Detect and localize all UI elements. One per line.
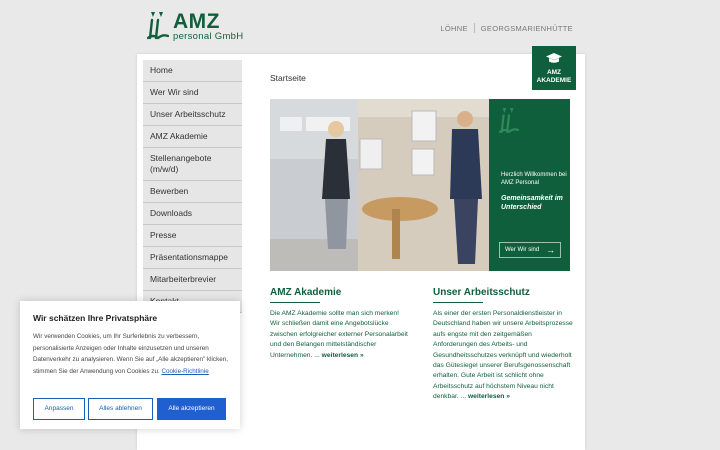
sidebar-item-home[interactable]: Home bbox=[143, 60, 242, 82]
hero-photo bbox=[270, 99, 489, 271]
amz-logo-icon bbox=[147, 12, 169, 40]
section-body: Die AMZ Akademie sollte man sich merken!… bbox=[270, 309, 410, 361]
sidebar-item-bewerben[interactable]: Bewerben bbox=[143, 181, 242, 203]
akademie-badge[interactable]: AMZ AKADEMIE bbox=[532, 46, 576, 90]
section-title[interactable]: Unser Arbeitsschutz bbox=[433, 287, 573, 298]
nav-divider bbox=[473, 23, 475, 33]
cookie-adjust-button[interactable]: Anpassen bbox=[33, 398, 85, 420]
section-akademie: AMZ Akademie Die AMZ Akademie sollte man… bbox=[270, 287, 410, 361]
graduation-cap-icon bbox=[546, 53, 562, 63]
hero-welcome-panel: Herzlich Willkommen bei AMZ Personal Gem… bbox=[489, 99, 570, 271]
sidebar-item-downloads[interactable]: Downloads bbox=[143, 203, 242, 225]
hero-wer-wir-sind-button[interactable]: Wer Wir sind → bbox=[499, 242, 561, 258]
read-more-link[interactable]: weiterlesen » bbox=[468, 393, 510, 400]
sidebar-item-stellenangebote[interactable]: Stellenangebote (m/w/d) bbox=[143, 148, 242, 181]
section-title[interactable]: AMZ Akademie bbox=[270, 287, 410, 298]
sidebar-item-mitarbeiterbrevier[interactable]: Mitarbeiterbrevier bbox=[143, 269, 242, 291]
sidebar-item-akademie[interactable]: AMZ Akademie bbox=[143, 126, 242, 148]
cookie-title: Wir schätzen Ihre Privatsphäre bbox=[33, 313, 158, 323]
arrow-right-icon: → bbox=[546, 245, 555, 255]
hero-button-label: Wer Wir sind bbox=[505, 247, 540, 253]
breadcrumb: Startseite bbox=[270, 73, 306, 83]
sidebar-item-presse[interactable]: Presse bbox=[143, 225, 242, 247]
section-divider bbox=[433, 302, 483, 303]
section-divider bbox=[270, 302, 320, 303]
hero-banner: Herzlich Willkommen bei AMZ Personal Gem… bbox=[270, 99, 570, 271]
badge-line-1: AMZ bbox=[546, 69, 562, 76]
badge-line-2: AKADEMIE bbox=[536, 77, 572, 84]
section-text: Als einer der ersten Personaldienstleist… bbox=[433, 310, 573, 401]
sidebar-nav: Home Wer Wir sind Unser Arbeitsschutz AM… bbox=[143, 60, 242, 313]
hero-photo-illustration bbox=[270, 99, 489, 271]
sidebar-item-praesentationsmappe[interactable]: Präsentationsmappe bbox=[143, 247, 242, 269]
sidebar-item-wer-wir-sind[interactable]: Wer Wir sind bbox=[143, 82, 242, 104]
amz-logo-icon bbox=[499, 108, 519, 134]
section-arbeitsschutz: Unser Arbeitsschutz Als einer der ersten… bbox=[433, 287, 573, 403]
sidebar-item-arbeitsschutz[interactable]: Unser Arbeitsschutz bbox=[143, 104, 242, 126]
nav-link-loehne[interactable]: LÖHNE bbox=[440, 24, 467, 33]
badge-label: AMZ AKADEMIE bbox=[532, 69, 576, 85]
nav-link-georgsmarienhuette[interactable]: GEORGSMARIENHÜTTE bbox=[481, 24, 573, 33]
hero-welcome-text: Herzlich Willkommen bei AMZ Personal bbox=[501, 172, 567, 186]
cookie-reject-button[interactable]: Alles ablehnen bbox=[88, 398, 153, 420]
location-nav: LÖHNE GEORGSMARIENHÜTTE bbox=[440, 23, 573, 33]
section-body: Als einer der ersten Personaldienstleist… bbox=[433, 309, 573, 403]
read-more-link[interactable]: weiterlesen » bbox=[322, 352, 364, 359]
brand-subtitle: personal GmbH bbox=[173, 31, 244, 42]
cookie-text: Wir verwenden Cookies, um Ihr Surferlebn… bbox=[33, 331, 233, 377]
cookie-policy-link[interactable]: Cookie-Richtlinie bbox=[161, 368, 208, 375]
cookie-consent-banner: Wir schätzen Ihre Privatsphäre Wir verwe… bbox=[20, 301, 240, 429]
brand-logo[interactable]: AMZ personal GmbH bbox=[147, 10, 257, 42]
cookie-accept-button[interactable]: Alle akzeptieren bbox=[157, 398, 226, 420]
hero-slogan: Gemeinsamkeit im Unterschied bbox=[501, 195, 563, 211]
